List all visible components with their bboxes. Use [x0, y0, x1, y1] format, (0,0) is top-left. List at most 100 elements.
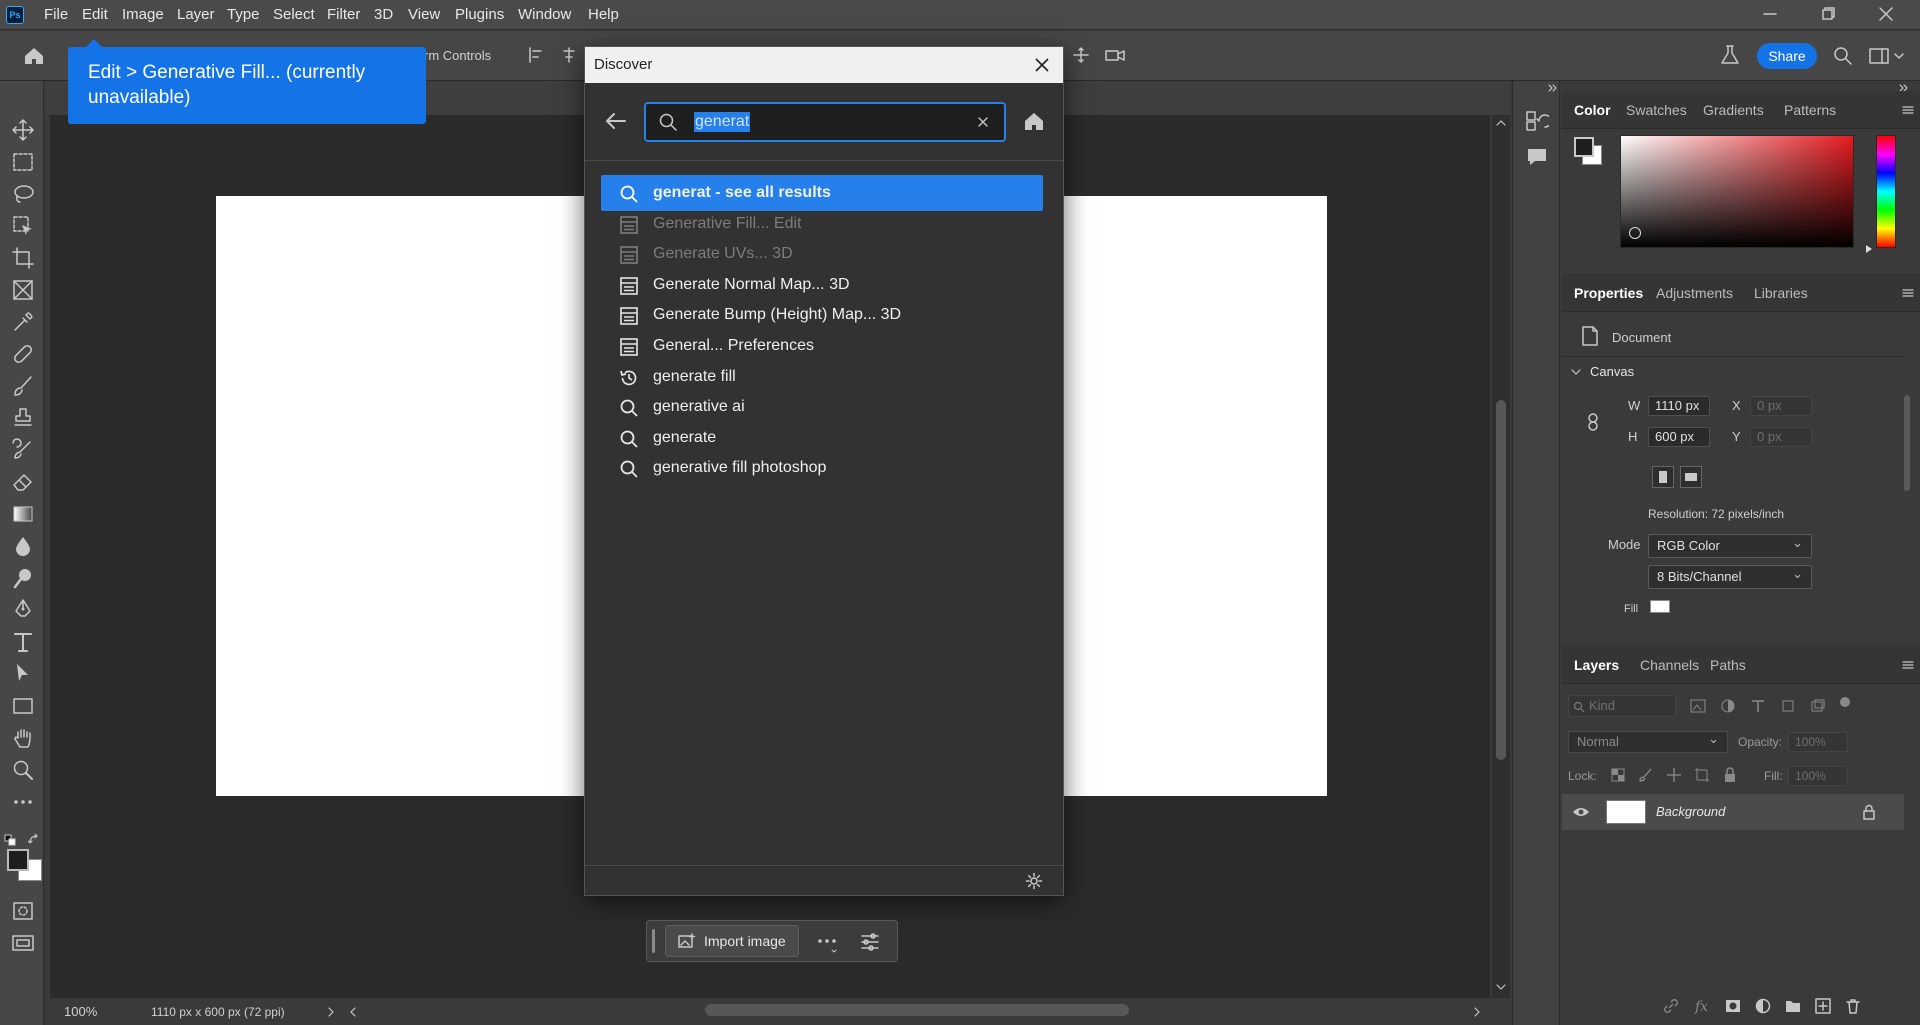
settings-sliders-icon[interactable] [859, 931, 881, 953]
history-panel-icon[interactable] [1525, 109, 1549, 133]
history-brush-tool-icon[interactable] [10, 437, 36, 463]
canvas-collapse-icon[interactable] [1570, 367, 1582, 377]
menu-help[interactable]: Help [588, 0, 619, 30]
collapse-panels-icon[interactable] [1547, 83, 1559, 93]
menu-select[interactable]: Select [273, 0, 315, 30]
frame-tool-icon[interactable] [10, 277, 36, 303]
scroll-down-icon[interactable] [1494, 982, 1508, 992]
lasso-tool-icon[interactable] [10, 181, 36, 207]
scroll-right-icon[interactable] [1472, 1006, 1482, 1018]
tab-properties[interactable]: Properties [1574, 274, 1643, 312]
tab-gradients[interactable]: Gradients [1703, 91, 1764, 129]
lock-position-icon[interactable] [1666, 767, 1682, 783]
screen-mode-icon[interactable] [10, 931, 36, 957]
blur-tool-icon[interactable] [10, 533, 36, 559]
hue-slider-marker[interactable] [1866, 245, 1872, 253]
properties-panel-menu-icon[interactable] [1902, 288, 1914, 298]
restore-icon[interactable] [1818, 4, 1838, 24]
tab-layers[interactable]: Layers [1574, 646, 1619, 684]
minimize-icon[interactable] [1760, 4, 1780, 24]
color-mode-select[interactable]: RGB Color [1648, 532, 1812, 558]
search-input-value[interactable]: generat [694, 112, 751, 132]
swap-colors-icon[interactable] [28, 834, 40, 846]
home-icon[interactable] [22, 44, 46, 68]
quick-mask-icon[interactable] [10, 898, 36, 924]
filter-smart-object-icon[interactable] [1810, 699, 1826, 713]
properties-scroll-thumb[interactable] [1904, 395, 1910, 491]
lock-transparent-icon[interactable] [1610, 767, 1626, 783]
delete-layer-icon[interactable] [1844, 997, 1862, 1015]
landscape-orientation-icon[interactable] [1680, 466, 1702, 488]
menu-view[interactable]: View [408, 0, 440, 30]
vertical-scroll-thumb[interactable] [1496, 400, 1506, 760]
transform-controls-label[interactable]: rm Controls [424, 48, 491, 63]
more-tools-icon[interactable] [10, 789, 36, 815]
blend-mode-select[interactable]: Normal [1568, 729, 1728, 753]
3d-camera-icon[interactable] [1104, 46, 1126, 64]
opacity-field[interactable]: 100% [1788, 732, 1848, 752]
color-picker-cursor[interactable] [1629, 227, 1641, 239]
menu-type[interactable]: Type [227, 0, 260, 30]
layer-name[interactable]: Background [1656, 804, 1725, 819]
layer-row-background[interactable]: Background [1562, 794, 1904, 830]
lock-all-icon[interactable] [1722, 767, 1738, 783]
healing-brush-tool-icon[interactable] [10, 341, 36, 367]
lock-artboard-icon[interactable] [1694, 767, 1710, 783]
menu-plugins[interactable]: Plugins [455, 0, 504, 30]
menu-layer[interactable]: Layer [177, 0, 215, 30]
canvas-x-field[interactable]: 0 px [1750, 396, 1812, 416]
portrait-orientation-icon[interactable] [1652, 466, 1674, 488]
type-tool-icon[interactable] [10, 629, 36, 655]
link-layers-icon[interactable] [1662, 997, 1680, 1015]
document-info[interactable]: 1110 px x 600 px (72 ppi) [151, 1005, 285, 1019]
move-tool-icon[interactable] [10, 117, 36, 143]
new-layer-icon[interactable] [1814, 997, 1832, 1015]
add-mask-icon[interactable] [1724, 997, 1742, 1015]
tab-color[interactable]: Color [1574, 91, 1611, 129]
search-icon[interactable] [1832, 45, 1854, 67]
status-expand-icon[interactable] [326, 1006, 336, 1018]
panel-foreground-swatch[interactable] [1574, 137, 1594, 157]
menu-image[interactable]: Image [122, 0, 164, 30]
foreground-color-swatch[interactable] [7, 849, 29, 871]
drag-handle[interactable] [652, 929, 655, 953]
workspace-icon[interactable] [1868, 45, 1908, 67]
layer-lock-icon[interactable] [1862, 804, 1876, 820]
filter-toggle-icon[interactable] [1840, 697, 1850, 707]
close-icon[interactable] [1033, 56, 1051, 74]
comments-panel-icon[interactable] [1525, 145, 1549, 169]
layers-panel-menu-icon[interactable] [1902, 660, 1914, 670]
lock-pixels-icon[interactable] [1638, 767, 1654, 783]
color-panel-menu-icon[interactable] [1902, 105, 1914, 115]
discover-home-icon[interactable] [1022, 109, 1046, 133]
bit-depth-select[interactable]: 8 Bits/Channel [1648, 563, 1812, 589]
filter-adjustment-icon[interactable] [1720, 699, 1736, 713]
hand-tool-icon[interactable] [10, 725, 36, 751]
menu-3d[interactable]: 3D [374, 0, 393, 30]
fill-color-swatch[interactable] [1650, 600, 1670, 613]
scroll-up-icon[interactable] [1494, 118, 1508, 128]
3d-pan-icon[interactable] [1072, 46, 1090, 64]
eyedropper-tool-icon[interactable] [10, 309, 36, 335]
share-button[interactable]: Share [1757, 43, 1817, 69]
tab-swatches[interactable]: Swatches [1626, 91, 1687, 129]
eraser-tool-icon[interactable] [10, 469, 36, 495]
visibility-eye-icon[interactable] [1572, 805, 1590, 819]
link-chain-icon[interactable] [1586, 412, 1600, 432]
canvas-height-field[interactable]: 600 px [1648, 427, 1710, 447]
menu-window[interactable]: Window [518, 0, 571, 30]
properties-scrollbar[interactable] [1902, 381, 1912, 621]
tab-libraries[interactable]: Libraries [1754, 274, 1808, 312]
new-adjustment-layer-icon[interactable] [1754, 997, 1772, 1015]
tab-paths[interactable]: Paths [1710, 646, 1746, 684]
canvas-width-field[interactable]: 1110 px [1648, 396, 1710, 416]
more-options-icon[interactable] [815, 931, 839, 955]
default-colors-icon[interactable] [4, 834, 16, 846]
import-image-button[interactable]: Import image [665, 925, 799, 957]
color-picker-field[interactable] [1620, 135, 1854, 248]
pen-tool-icon[interactable] [10, 597, 36, 623]
hue-slider[interactable] [1876, 135, 1896, 248]
rectangle-tool-icon[interactable] [10, 693, 36, 719]
menu-file[interactable]: File [44, 0, 68, 30]
menu-filter[interactable]: Filter [327, 0, 360, 30]
